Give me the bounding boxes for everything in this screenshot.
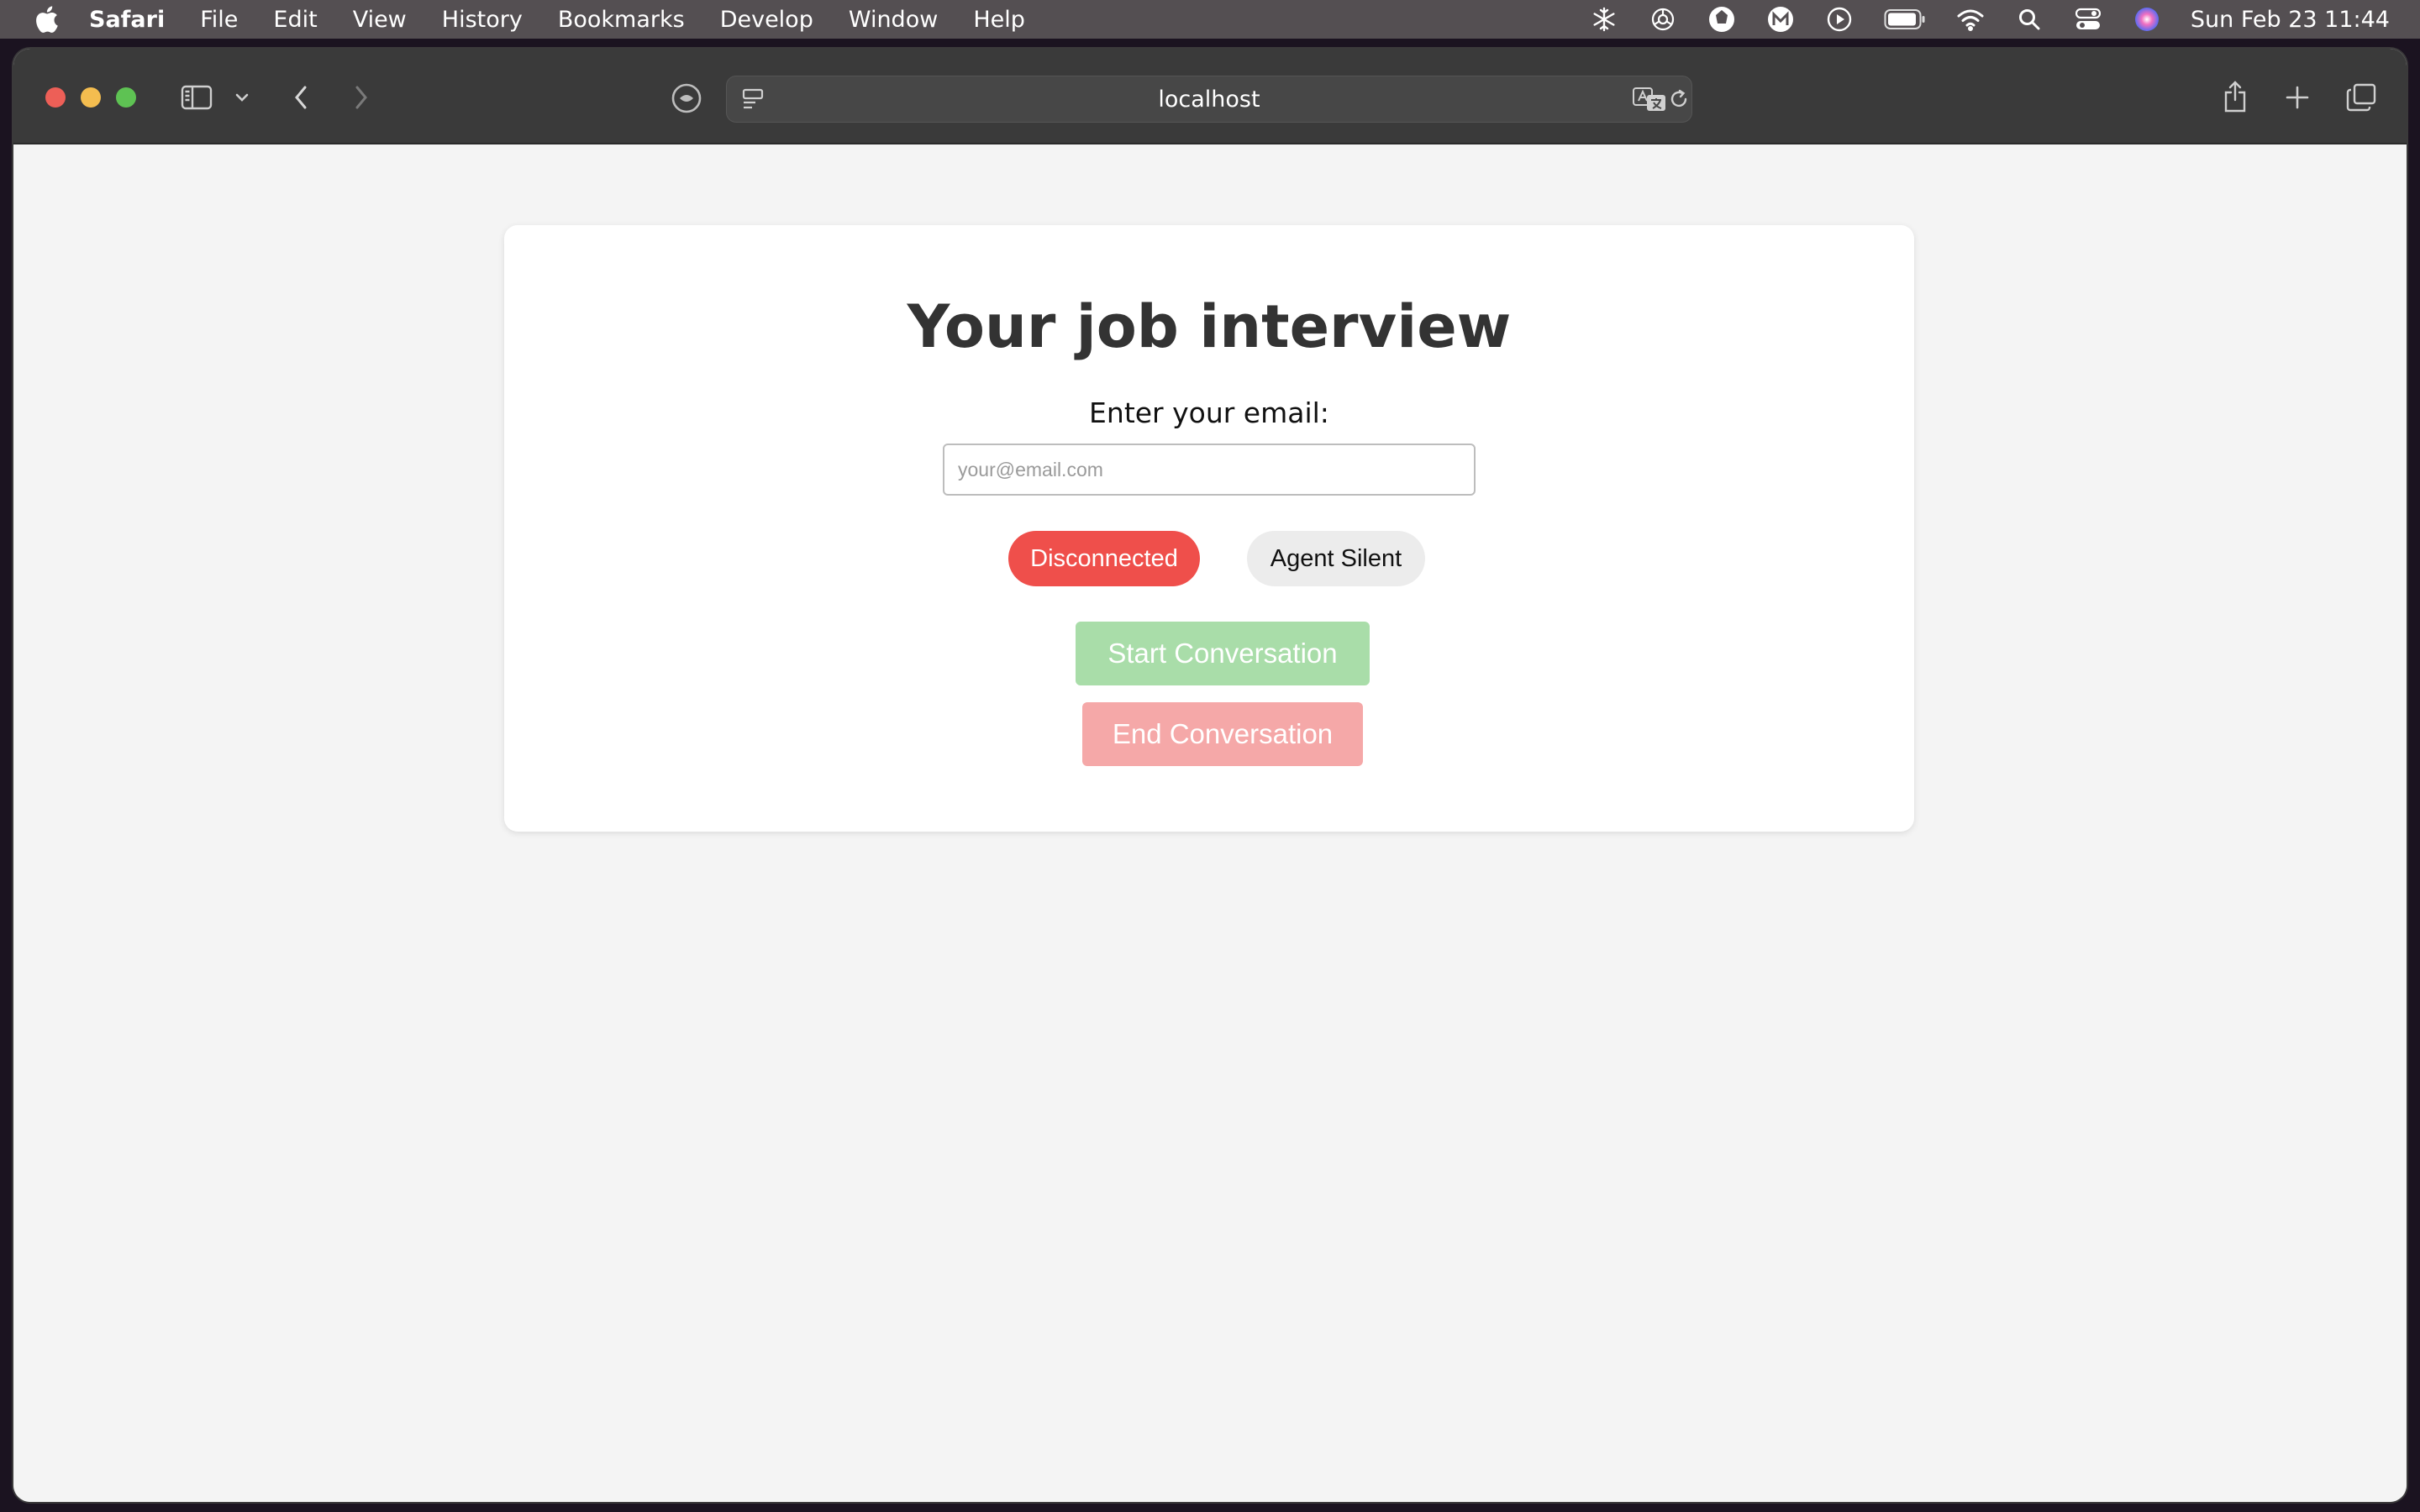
browser-toolbar: localhost bbox=[13, 49, 2407, 144]
address-url[interactable]: localhost bbox=[727, 76, 1691, 122]
chevron-down-icon[interactable] bbox=[230, 86, 254, 109]
openai-icon[interactable] bbox=[1648, 4, 1678, 34]
menu-app-safari[interactable]: Safari bbox=[89, 7, 165, 33]
reload-icon[interactable] bbox=[1666, 87, 1691, 112]
address-bar[interactable]: localhost bbox=[726, 76, 1692, 123]
zoom-window-button[interactable] bbox=[116, 87, 136, 108]
control-center-icon[interactable] bbox=[2073, 4, 2103, 34]
email-label: Enter your email: bbox=[1089, 396, 1329, 429]
sidebar-icon[interactable] bbox=[178, 81, 215, 114]
safari-window: localhost Your job interview Enter your … bbox=[13, 49, 2407, 1502]
siri-icon[interactable] bbox=[2132, 4, 2162, 34]
menu-bookmarks[interactable]: Bookmarks bbox=[558, 7, 685, 33]
translate-icon[interactable] bbox=[1633, 87, 1666, 112]
minimize-window-button[interactable] bbox=[81, 87, 101, 108]
privacy-shield-icon[interactable] bbox=[669, 81, 704, 116]
menu-history[interactable]: History bbox=[442, 7, 523, 33]
page-viewport: Your job interview Enter your email: Dis… bbox=[13, 144, 2407, 1502]
menu-view[interactable]: View bbox=[353, 7, 407, 33]
spotlight-search-icon[interactable] bbox=[2014, 4, 2044, 34]
menu-develop[interactable]: Develop bbox=[720, 7, 813, 33]
apple-icon[interactable] bbox=[34, 5, 59, 34]
tab-overview-icon[interactable] bbox=[2343, 81, 2380, 114]
m-app-icon[interactable] bbox=[1765, 4, 1796, 34]
new-tab-icon[interactable] bbox=[2281, 81, 2314, 114]
agent-status-badge: Agent Silent bbox=[1247, 531, 1425, 586]
menu-bar-clock[interactable]: Sun Feb 23 11:44 bbox=[2191, 7, 2390, 33]
connection-status-badge: Disconnected bbox=[1008, 531, 1200, 586]
interview-card: Your job interview Enter your email: Dis… bbox=[504, 225, 1914, 832]
menu-bar-status-area: Sun Feb 23 11:44 bbox=[1560, 0, 2390, 39]
start-conversation-button[interactable]: Start Conversation bbox=[1076, 622, 1370, 685]
back-icon[interactable] bbox=[284, 81, 318, 114]
menu-window[interactable]: Window bbox=[849, 7, 938, 33]
snowflake-icon[interactable] bbox=[1589, 4, 1619, 34]
wifi-icon[interactable] bbox=[1955, 4, 1986, 34]
battery-icon[interactable] bbox=[1883, 4, 1927, 34]
menu-bar: Safari File Edit View History Bookmarks … bbox=[0, 0, 2420, 39]
share-icon[interactable] bbox=[2218, 77, 2252, 116]
menu-help[interactable]: Help bbox=[973, 7, 1025, 33]
email-input[interactable] bbox=[943, 444, 1476, 496]
aperture-icon[interactable] bbox=[1707, 4, 1737, 34]
menu-edit[interactable]: Edit bbox=[273, 7, 317, 33]
close-window-button[interactable] bbox=[45, 87, 66, 108]
page-title: Your job interview bbox=[907, 292, 1512, 361]
play-icon[interactable] bbox=[1824, 4, 1854, 34]
end-conversation-button[interactable]: End Conversation bbox=[1082, 702, 1363, 766]
forward-icon bbox=[345, 81, 378, 114]
menu-file[interactable]: File bbox=[200, 7, 238, 33]
